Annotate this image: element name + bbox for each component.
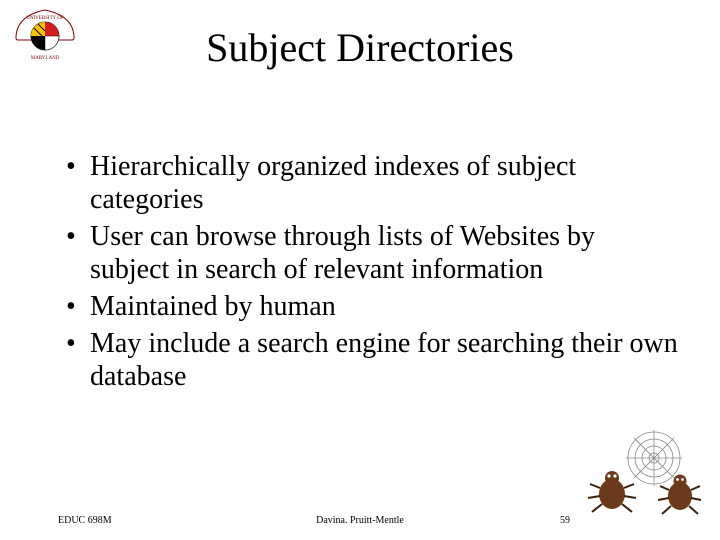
- slide-body: Hierarchically organized indexes of subj…: [60, 150, 680, 397]
- spider-web-clipart: [582, 428, 702, 518]
- bullet-item: Hierarchically organized indexes of subj…: [60, 150, 680, 216]
- svg-text:UNIVERSITY OF: UNIVERSITY OF: [26, 16, 64, 21]
- slide: UNIVERSITY OF MARYLAND Subject Directori…: [0, 0, 720, 540]
- footer-author: Davina. Pruitt-Mentle: [0, 515, 720, 526]
- bullet-list: Hierarchically organized indexes of subj…: [60, 150, 680, 393]
- slide-title: Subject Directories: [0, 24, 720, 71]
- bullet-item: May include a search engine for searchin…: [60, 327, 680, 393]
- bullet-item: User can browse through lists of Website…: [60, 220, 680, 286]
- footer-page-number: 59: [560, 515, 570, 526]
- bullet-item: Maintained by human: [60, 290, 680, 323]
